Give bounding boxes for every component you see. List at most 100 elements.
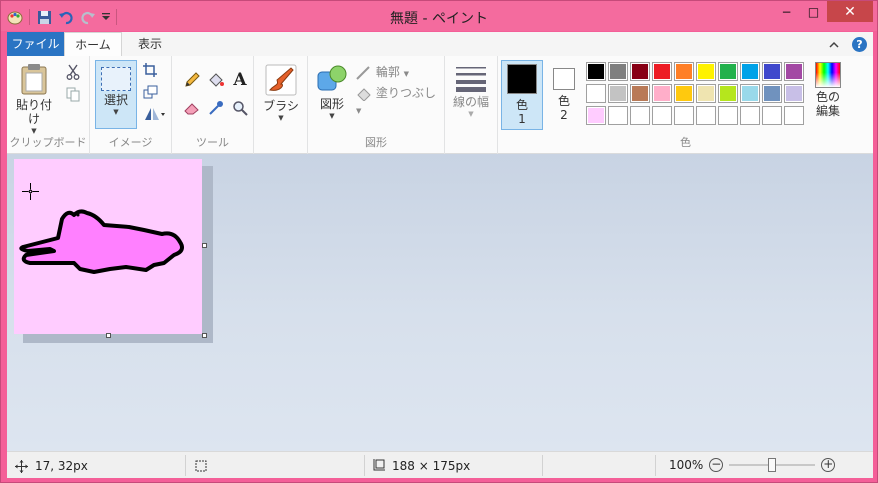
palette-swatch[interactable] xyxy=(586,106,606,125)
palette-swatch[interactable] xyxy=(696,106,716,125)
palette-swatch[interactable] xyxy=(630,84,650,103)
copy-icon[interactable] xyxy=(65,86,81,102)
status-bar: 17, 32px 188 × 175px 100% − + xyxy=(7,451,873,478)
edit-colors-button[interactable]: 色の 編集 xyxy=(808,62,848,118)
magnifier-icon[interactable] xyxy=(232,100,248,116)
drawing-canvas[interactable] xyxy=(14,159,202,334)
outline-label: 輪郭 xyxy=(375,65,400,79)
rotate-icon[interactable] xyxy=(142,106,166,122)
palette-swatch[interactable] xyxy=(630,62,650,81)
chevron-down-icon: ▼ xyxy=(113,108,119,116)
palette-swatch[interactable] xyxy=(608,84,628,103)
shapes-button[interactable]: 図形 ▼ xyxy=(312,64,352,121)
size-label: 線の幅 xyxy=(452,95,489,109)
fill-bucket-icon[interactable] xyxy=(208,72,224,88)
edit-colors-label-line2: 編集 xyxy=(815,104,840,118)
eraser-icon[interactable] xyxy=(184,100,200,116)
resize-handle-corner[interactable] xyxy=(202,333,207,338)
zoom-slider[interactable] xyxy=(729,458,816,472)
tools-group-label: ツール xyxy=(196,136,229,149)
color2-swatch xyxy=(553,68,575,90)
help-icon[interactable]: ? xyxy=(852,36,867,52)
crop-icon[interactable] xyxy=(142,62,158,78)
colors-group-label: 色 xyxy=(680,136,691,149)
status-divider xyxy=(185,455,186,476)
palette-swatch-color xyxy=(720,64,736,79)
palette-swatch[interactable] xyxy=(740,106,760,125)
zoom-out-button[interactable]: − xyxy=(709,458,724,472)
select-rectangle-icon xyxy=(101,67,131,91)
tab-home[interactable]: ホーム xyxy=(64,32,122,56)
shapes-group-label: 図形 xyxy=(365,136,387,149)
chevron-down-icon: ▼ xyxy=(356,106,362,115)
close-button[interactable]: ✕ xyxy=(827,1,873,22)
color1-swatch xyxy=(507,64,537,94)
pencil-icon[interactable] xyxy=(184,72,200,88)
palette-swatch-color xyxy=(654,64,670,79)
color-picker-icon[interactable] xyxy=(208,100,224,116)
palette-swatch-color xyxy=(676,86,692,101)
zoom-in-button[interactable]: + xyxy=(821,458,836,472)
palette-swatch[interactable] xyxy=(718,106,738,125)
fill-icon xyxy=(356,86,372,102)
palette-swatch[interactable] xyxy=(652,106,672,125)
palette-swatch[interactable] xyxy=(696,84,716,103)
palette-swatch[interactable] xyxy=(674,62,694,81)
fill-button[interactable]: 塗りつぶし ▼ xyxy=(356,84,444,116)
color-spectrum-icon xyxy=(815,62,841,88)
palette-swatch[interactable] xyxy=(718,84,738,103)
palette-swatch-color xyxy=(610,64,626,79)
palette-swatch[interactable] xyxy=(762,106,782,125)
status-divider xyxy=(364,455,365,476)
size-button[interactable]: 線の幅 ▼ xyxy=(448,64,494,119)
palette-swatch[interactable] xyxy=(586,62,606,81)
outline-button[interactable]: 輪郭 ▼ xyxy=(356,63,409,81)
cut-icon[interactable] xyxy=(65,64,81,80)
colors-group: 色 1 色 2 色の 編集 色 xyxy=(498,56,873,154)
palette-swatch[interactable] xyxy=(740,84,760,103)
ribbon-tabs: ファイル ホーム 表示 ? xyxy=(7,32,873,56)
crocodile-eye xyxy=(76,213,80,217)
palette-swatch[interactable] xyxy=(762,84,782,103)
crosshair-cursor-icon xyxy=(22,183,39,200)
resize-handle-bottom[interactable] xyxy=(106,333,111,338)
color1-button[interactable]: 色 1 xyxy=(501,60,543,130)
palette-swatch-color xyxy=(676,64,692,79)
color1-number: 1 xyxy=(518,112,526,126)
tab-view[interactable]: 表示 xyxy=(130,32,170,56)
palette-swatch-color xyxy=(654,86,670,101)
paste-button[interactable]: 貼り付け ▼ xyxy=(11,63,57,136)
palette-swatch[interactable] xyxy=(696,62,716,81)
color2-button[interactable]: 色 2 xyxy=(548,60,580,130)
palette-swatch[interactable] xyxy=(784,62,804,81)
palette-swatch[interactable] xyxy=(718,62,738,81)
zoom-slider-thumb[interactable] xyxy=(768,458,777,472)
palette-swatch[interactable] xyxy=(652,62,672,81)
image-group-label: イメージ xyxy=(108,136,153,149)
ribbon-tab-controls: ? xyxy=(826,36,867,52)
palette-swatch[interactable] xyxy=(608,106,628,125)
palette-swatch-color xyxy=(588,86,604,101)
palette-swatch[interactable] xyxy=(784,84,804,103)
select-button[interactable]: 選択 ▼ xyxy=(95,60,137,129)
palette-swatch[interactable] xyxy=(630,106,650,125)
palette-swatch[interactable] xyxy=(740,62,760,81)
minimize-ribbon-icon[interactable] xyxy=(826,36,842,52)
palette-swatch-color xyxy=(764,86,780,101)
resize-handle-right[interactable] xyxy=(202,243,207,248)
color2-number: 2 xyxy=(560,108,568,122)
palette-swatch[interactable] xyxy=(608,62,628,81)
text-tool-icon[interactable]: A xyxy=(232,70,248,90)
tab-file[interactable]: ファイル xyxy=(7,32,64,56)
palette-swatch[interactable] xyxy=(674,84,694,103)
canvas-workspace[interactable] xyxy=(7,154,873,451)
maximize-button[interactable]: □ xyxy=(800,1,827,22)
palette-swatch[interactable] xyxy=(586,84,606,103)
resize-icon[interactable] xyxy=(142,84,158,100)
palette-swatch[interactable] xyxy=(674,106,694,125)
brushes-button[interactable]: ブラシ ▼ xyxy=(258,64,304,123)
palette-swatch[interactable] xyxy=(762,62,782,81)
palette-swatch[interactable] xyxy=(784,106,804,125)
palette-swatch[interactable] xyxy=(652,84,672,103)
minimize-button[interactable]: − xyxy=(773,1,800,22)
